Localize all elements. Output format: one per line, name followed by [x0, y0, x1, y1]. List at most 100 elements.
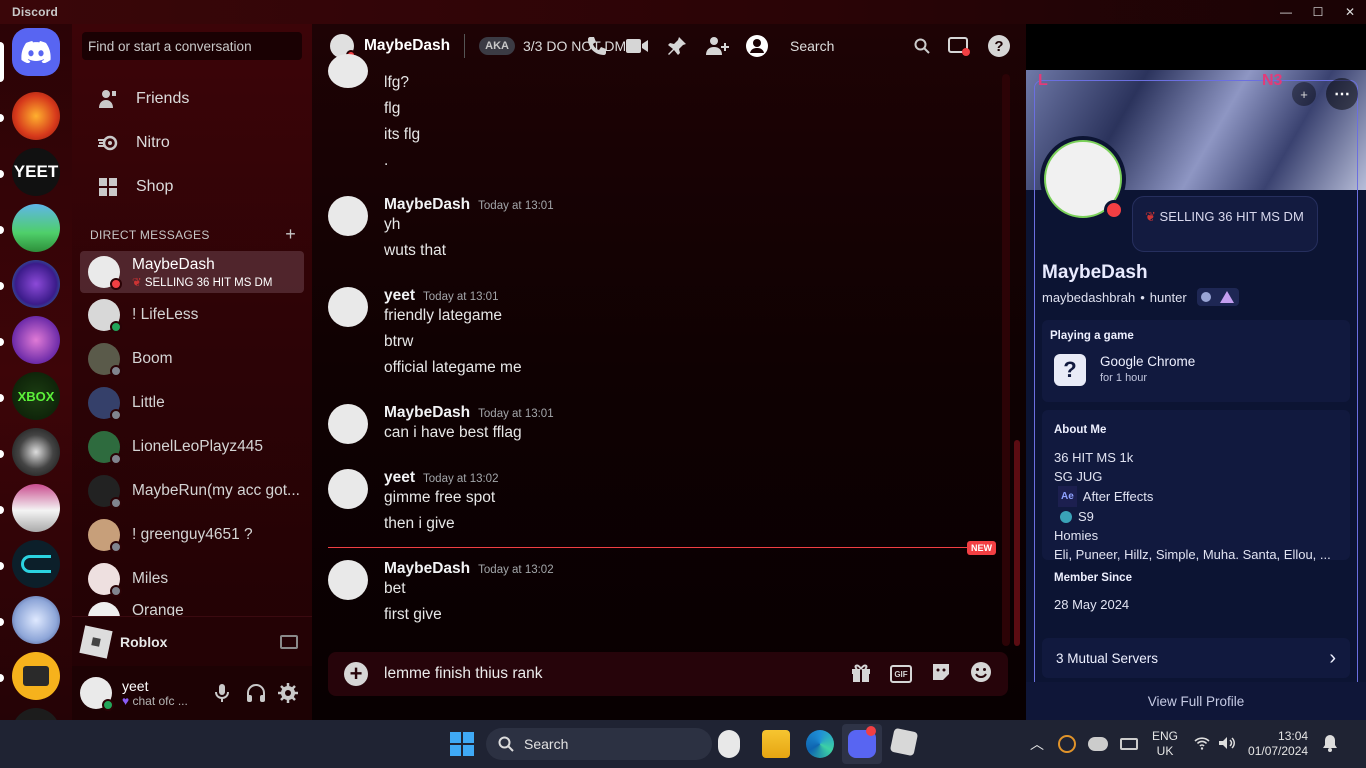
emoji-icon[interactable]	[970, 661, 992, 688]
server-icon[interactable]: YEET	[12, 148, 60, 196]
keyboard-icon[interactable]	[1120, 738, 1138, 750]
avatar[interactable]	[328, 196, 368, 236]
chat-scrollbar-track[interactable]	[1002, 74, 1010, 646]
message-author[interactable]: MaybeDash	[384, 196, 470, 214]
headphones-icon[interactable]	[246, 683, 266, 708]
user-profile-icon[interactable]	[742, 31, 772, 61]
nav-friends[interactable]: Friends	[80, 78, 304, 120]
dm-item[interactable]: Boom	[80, 338, 304, 380]
dm-item[interactable]: ! greenguy4651 ?	[80, 514, 304, 556]
clock[interactable]: 13:04 01/07/2024	[1248, 729, 1308, 759]
discord-home-button[interactable]	[12, 28, 60, 76]
avatar[interactable]	[328, 54, 368, 88]
message-timestamp: Today at 13:01	[423, 291, 499, 303]
maximize-button[interactable]: ☐	[1302, 0, 1334, 24]
dm-item[interactable]: MaybeRun(my acc got...	[80, 470, 304, 512]
dm-item[interactable]: Little	[80, 382, 304, 424]
custom-status-bubble: ❦ SELLING 36 HIT MS DM	[1132, 196, 1318, 252]
sticker-icon[interactable]	[930, 661, 952, 688]
more-options-icon[interactable]: ⋯	[1326, 78, 1358, 110]
server-icon[interactable]	[12, 92, 60, 140]
voice-call-icon[interactable]	[582, 31, 612, 61]
server-icon[interactable]	[12, 204, 60, 252]
file-explorer-icon[interactable]	[762, 730, 790, 758]
avatar[interactable]	[328, 469, 368, 509]
chevron-up-icon[interactable]: ︿	[1030, 734, 1044, 754]
pronouns: hunter	[1149, 289, 1187, 305]
status-offline-indicator	[110, 497, 122, 509]
profile-avatar[interactable]	[1040, 136, 1126, 222]
message-author[interactable]: yeet	[384, 469, 415, 487]
server-icon[interactable]	[12, 260, 60, 308]
server-icon[interactable]	[12, 652, 60, 700]
mouse-app-icon[interactable]	[718, 730, 740, 758]
dm-item[interactable]: ! LifeLess	[80, 294, 304, 336]
chat-header: MaybeDash AKA 3/3 DO NOT DM Search ?	[312, 24, 1026, 68]
server-icon[interactable]	[12, 596, 60, 644]
avatar[interactable]	[80, 677, 114, 711]
status-online-indicator	[110, 321, 122, 333]
weather-cloud-icon[interactable]	[1088, 737, 1108, 751]
gift-icon[interactable]	[850, 661, 872, 688]
add-friends-to-dm-icon[interactable]	[702, 31, 732, 61]
search-input[interactable]: Search	[784, 34, 934, 58]
server-icon[interactable]	[12, 316, 60, 364]
friends-icon	[92, 83, 124, 115]
message-author[interactable]: MaybeDash	[384, 404, 470, 422]
gif-icon[interactable]: GIF	[890, 665, 912, 683]
windows-start-icon[interactable]	[450, 732, 474, 756]
server-icon[interactable]	[12, 484, 60, 532]
server-icon[interactable]	[12, 540, 60, 588]
close-button[interactable]: ✕	[1334, 0, 1366, 24]
search-icon	[498, 736, 514, 752]
dm-name: Orange	[132, 602, 184, 616]
create-dm-button[interactable]: +	[285, 225, 296, 243]
avatar[interactable]	[328, 404, 368, 444]
mutual-servers-row[interactable]: 3 Mutual Servers ›	[1042, 638, 1350, 678]
message-author[interactable]: MaybeDash	[384, 560, 470, 578]
sync-icon[interactable]	[1058, 735, 1076, 753]
language-indicator[interactable]: ENG UK	[1152, 729, 1178, 759]
taskbar-search[interactable]: Search	[486, 728, 712, 760]
pinned-messages-icon[interactable]	[662, 31, 692, 61]
minimize-button[interactable]: —	[1270, 0, 1302, 24]
taskbar-search-label: Search	[524, 736, 569, 752]
inbox-icon[interactable]	[944, 31, 974, 61]
video-call-icon[interactable]	[622, 31, 652, 61]
message-author[interactable]: yeet	[384, 287, 415, 305]
dm-item[interactable]: LionelLeoPlayz445	[80, 426, 304, 468]
server-icon[interactable]: XBOX	[12, 372, 60, 420]
volume-icon[interactable]	[1218, 736, 1236, 753]
avatar[interactable]	[328, 560, 368, 600]
about-line: 36 HIT MS 1k	[1054, 450, 1134, 465]
settings-gear-icon[interactable]	[278, 683, 298, 708]
find-conversation-input[interactable]: Find or start a conversation	[82, 32, 302, 60]
about-me-card: About Me 36 HIT MS 1k SG JUG Ae After Ef…	[1042, 410, 1350, 562]
avatar[interactable]	[328, 287, 368, 327]
screen-share-icon[interactable]	[280, 634, 298, 649]
roblox-taskbar-icon[interactable]	[889, 727, 919, 757]
wifi-icon[interactable]	[1194, 736, 1210, 753]
app-name: Discord	[12, 5, 59, 19]
server-icon[interactable]	[12, 428, 60, 476]
dm-item[interactable]: MaybeDash ❦ SELLING 36 HIT MS DM	[80, 251, 304, 293]
add-friend-icon[interactable]: +	[1292, 82, 1316, 106]
status-dnd-indicator	[1104, 200, 1124, 220]
help-icon[interactable]: ?	[984, 31, 1014, 61]
dm-name: ! greenguy4651 ?	[132, 526, 253, 543]
now-playing-bar: Roblox	[72, 616, 312, 666]
nav-shop[interactable]: Shop	[80, 166, 304, 208]
attach-plus-icon[interactable]: +	[344, 662, 368, 686]
profile-badges[interactable]	[1196, 288, 1239, 306]
dm-item[interactable]: Orange	[80, 602, 304, 616]
edge-browser-icon[interactable]	[806, 730, 834, 758]
nav-nitro[interactable]: Nitro	[80, 122, 304, 164]
view-full-profile-button[interactable]: View Full Profile	[1026, 682, 1366, 720]
activity-name: Roblox	[120, 633, 168, 650]
microphone-icon[interactable]	[214, 683, 230, 708]
message-input[interactable]: lemme finish thius rank	[384, 665, 543, 683]
chat-scrollbar-thumb[interactable]	[1014, 440, 1020, 646]
server-icon[interactable]	[12, 708, 60, 720]
dm-item[interactable]: Miles	[80, 558, 304, 600]
notifications-bell-icon[interactable]	[1322, 734, 1338, 755]
